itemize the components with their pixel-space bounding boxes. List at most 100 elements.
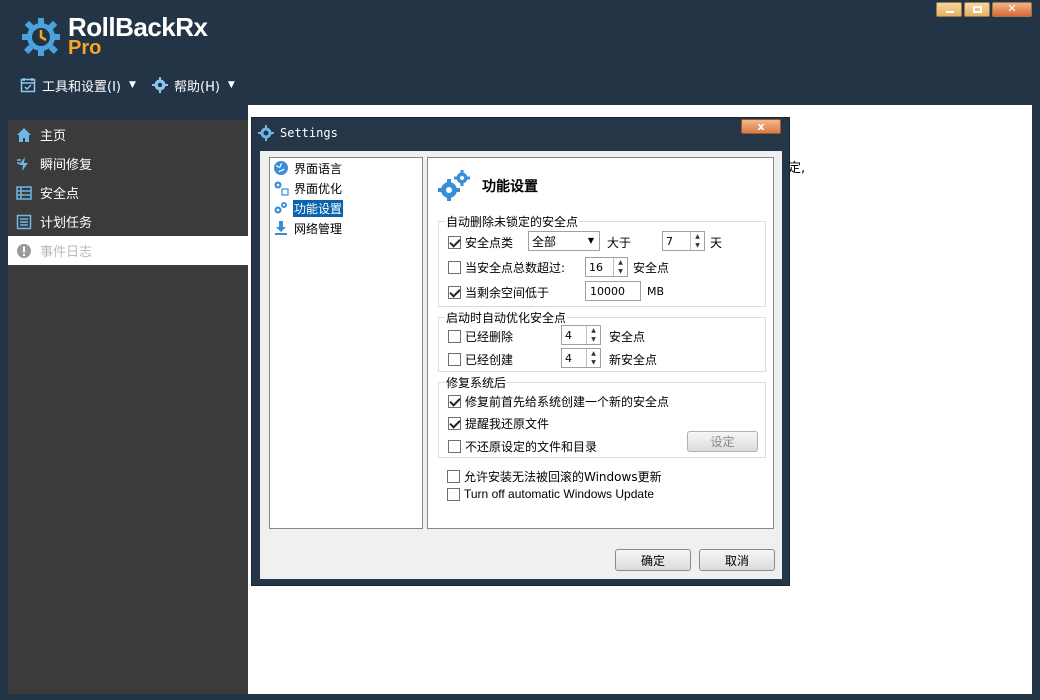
panel-header: 功能设置 bbox=[438, 170, 538, 202]
maximize-button[interactable] bbox=[964, 2, 990, 17]
deleted-count-stepper[interactable]: 4 ▲ ▼ bbox=[561, 325, 601, 345]
remind-restore-checkbox[interactable]: 提醒我还原文件 bbox=[448, 415, 549, 432]
gear-icon bbox=[152, 77, 168, 93]
tree-item-label: 界面语言 bbox=[294, 161, 343, 176]
spin-up-icon: ▲ bbox=[591, 350, 596, 357]
checkbox-box bbox=[447, 470, 460, 483]
deleted-checkbox[interactable]: 已经删除 bbox=[448, 328, 513, 345]
sidebar-item-schedule[interactable]: 计划任务 bbox=[8, 207, 248, 236]
stepper-value: 7 bbox=[666, 234, 673, 248]
sidebar-item-home[interactable]: 主页 bbox=[8, 120, 248, 149]
settings-gear-icon bbox=[258, 125, 274, 141]
tree-item-language[interactable]: 界面语言 bbox=[270, 158, 422, 178]
stepper-buttons[interactable]: ▲ ▼ bbox=[586, 349, 600, 367]
total-exceeds-checkbox[interactable]: 当安全点总数超过: bbox=[448, 259, 565, 276]
gears-icon bbox=[438, 170, 470, 201]
calendar-icon bbox=[20, 78, 36, 93]
dialog-title: Settings bbox=[280, 126, 338, 140]
group-auto-delete: 自动删除未锁定的安全点 安全点类 全部 ▼ 大于 7 ▲ ▼ 天 当安全点总数超… bbox=[438, 213, 766, 307]
turn-off-windows-update-checkbox[interactable]: Turn off automatic Windows Update bbox=[447, 487, 654, 501]
spin-down-icon: ▼ bbox=[695, 242, 700, 249]
spin-down-icon: ▼ bbox=[591, 359, 596, 366]
snapshot-type-checkbox[interactable]: 安全点类 bbox=[448, 234, 513, 251]
spin-up-icon: ▲ bbox=[618, 259, 623, 266]
logo-gear-icon bbox=[22, 18, 60, 56]
select-value: 全部 bbox=[532, 234, 557, 249]
sidebar-item-label: 安全点 bbox=[40, 187, 80, 202]
deleted-unit-label: 安全点 bbox=[609, 330, 646, 344]
sidebar-item-label: 计划任务 bbox=[40, 216, 93, 231]
tree-item-ui-optimize[interactable]: 界面优化 bbox=[270, 178, 422, 198]
checkbox-label: 允许安装无法被回滚的Windows更新 bbox=[464, 470, 662, 484]
menu-help-label: 帮助(H) bbox=[174, 79, 220, 95]
checkbox-box bbox=[447, 487, 460, 501]
greater-than-label: 大于 bbox=[607, 236, 632, 250]
sidebar-item-snapshots[interactable]: 安全点 bbox=[8, 178, 248, 207]
tree-item-label: 功能设置 bbox=[293, 199, 344, 217]
menu-tools-label: 工具和设置(I) bbox=[42, 79, 121, 95]
checkbox-label: 已经创建 bbox=[465, 353, 514, 367]
checkbox-label: 安全点类 bbox=[465, 236, 514, 250]
settings-dialog: Settings x 界面语言 界面优化 功能设置 网络管理 功能设置 自动删除… bbox=[251, 117, 790, 586]
checkbox-label: 当安全点总数超过: bbox=[465, 261, 566, 275]
stepper-buttons[interactable]: ▲ ▼ bbox=[613, 258, 627, 276]
no-restore-files-checkbox[interactable]: 不还原设定的文件和目录 bbox=[448, 438, 597, 455]
total-count-stepper[interactable]: 16 ▲ ▼ bbox=[585, 257, 628, 277]
group-after-repair: 修复系统后 修复前首先给系统创建一个新的安全点 提醒我还原文件 不还原设定的文件… bbox=[438, 374, 766, 458]
group-legend: 自动删除未锁定的安全点 bbox=[445, 213, 580, 230]
gears-icon bbox=[274, 202, 287, 214]
list-icon bbox=[16, 185, 32, 200]
tools-icon bbox=[274, 181, 289, 196]
spin-up-icon: ▲ bbox=[591, 327, 596, 334]
chevron-down-icon: ▼ bbox=[227, 80, 235, 90]
space-mb-input[interactable]: 10000 bbox=[585, 281, 641, 301]
checkbox-box bbox=[448, 286, 461, 299]
menu-help[interactable]: 帮助(H) ▼ bbox=[152, 75, 235, 95]
dialog-titlebar: Settings bbox=[258, 125, 338, 141]
created-count-stepper[interactable]: 4 ▲ ▼ bbox=[561, 348, 601, 368]
checkbox-label: 已经删除 bbox=[465, 330, 514, 344]
create-before-repair-checkbox[interactable]: 修复前首先给系统创建一个新的安全点 bbox=[448, 393, 669, 410]
setup-button[interactable]: 设定 bbox=[687, 431, 758, 452]
sidebar: 主页 瞬间修复 安全点 计划任务 事件日志 bbox=[8, 120, 248, 694]
stepper-value: 4 bbox=[565, 328, 572, 342]
ok-button[interactable]: 确定 bbox=[615, 549, 691, 571]
stepper-buttons[interactable]: ▲ ▼ bbox=[690, 232, 704, 250]
days-stepper[interactable]: 7 ▲ ▼ bbox=[662, 231, 705, 251]
close-button[interactable]: ✕ bbox=[992, 2, 1032, 17]
created-checkbox[interactable]: 已经创建 bbox=[448, 351, 513, 368]
menu-tools[interactable]: 工具和设置(I) ▼ bbox=[20, 75, 136, 95]
minimize-icon bbox=[946, 11, 954, 13]
created-unit-label: 新安全点 bbox=[609, 353, 658, 367]
checkbox-label: Turn off automatic Windows Update bbox=[464, 487, 655, 501]
sidebar-item-instant-recovery[interactable]: 瞬间修复 bbox=[8, 149, 248, 178]
group-startup-optimize: 启动时自动优化安全点 已经删除 4 ▲ ▼ 安全点 已经创建 4 ▲ ▼ 新安全… bbox=[438, 309, 766, 372]
close-icon: x bbox=[757, 120, 765, 133]
tree-item-network[interactable]: 网络管理 bbox=[270, 218, 422, 238]
spin-up-icon: ▲ bbox=[695, 233, 700, 240]
tree-item-feature-settings[interactable]: 功能设置 bbox=[270, 198, 422, 218]
group-legend: 修复系统后 bbox=[445, 374, 508, 391]
download-icon bbox=[275, 221, 287, 235]
app-header: RollBackRx Pro 工具和设置(I) ▼ 帮助(H) ▼ ✕ bbox=[0, 0, 1040, 105]
cancel-button[interactable]: 取消 bbox=[699, 549, 775, 571]
checkbox-box bbox=[448, 330, 461, 343]
snapshot-type-select[interactable]: 全部 ▼ bbox=[528, 231, 600, 251]
low-space-checkbox[interactable]: 当剩余空间低于 bbox=[448, 284, 549, 301]
minimize-button[interactable] bbox=[936, 2, 962, 17]
settings-tree: 界面语言 界面优化 功能设置 网络管理 bbox=[269, 157, 423, 529]
stepper-buttons[interactable]: ▲ ▼ bbox=[586, 326, 600, 344]
spin-down-icon: ▼ bbox=[591, 336, 596, 343]
app-subtitle: Pro bbox=[68, 37, 102, 59]
checkbox-box bbox=[448, 395, 461, 408]
app-logo: RollBackRx Pro bbox=[20, 12, 220, 62]
sidebar-item-event-log[interactable]: 事件日志 bbox=[8, 236, 248, 265]
checkbox-box bbox=[448, 417, 461, 430]
spin-down-icon: ▼ bbox=[618, 268, 623, 275]
close-icon: ✕ bbox=[1007, 2, 1017, 15]
checkbox-box bbox=[448, 440, 461, 453]
dialog-close-button[interactable]: x bbox=[741, 119, 781, 134]
maximize-icon bbox=[973, 6, 982, 13]
allow-unrollable-updates-checkbox[interactable]: 允许安装无法被回滚的Windows更新 bbox=[447, 468, 662, 485]
tree-item-label: 网络管理 bbox=[294, 221, 343, 236]
